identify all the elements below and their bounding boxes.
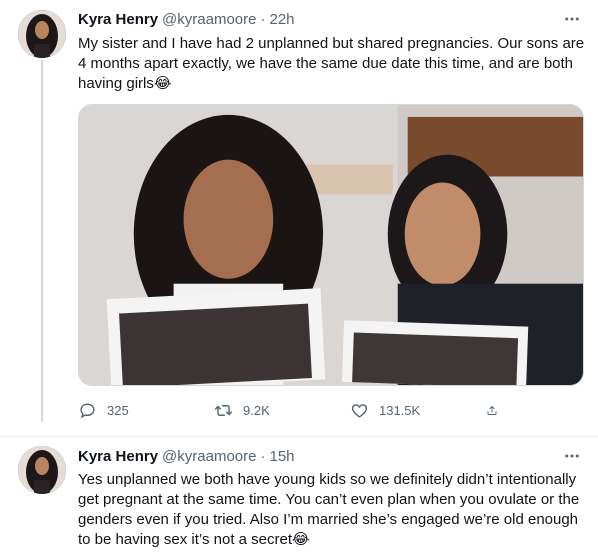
thread-connector-line (41, 60, 43, 422)
author-handle[interactable]: @kyraamoore (162, 448, 256, 465)
retweet-button[interactable]: 9.2K (214, 401, 314, 420)
avatar[interactable] (18, 10, 66, 58)
author-name[interactable]: Kyra Henry (78, 11, 158, 28)
avatar[interactable] (18, 446, 66, 494)
retweet-count: 9.2K (243, 402, 270, 418)
heart-icon (351, 403, 368, 418)
tweet-header: Kyra Henry @kyraamoore · 15h (78, 446, 295, 466)
share-button[interactable] (486, 401, 508, 420)
tweet-timestamp[interactable]: 22h (269, 11, 294, 28)
more-options-button[interactable] (562, 9, 582, 29)
like-button[interactable]: 131.5K (350, 401, 450, 420)
more-horizontal-icon (565, 454, 579, 458)
tweet-text: My sister and I have had 2 unplanned but… (78, 35, 585, 92)
author-handle[interactable]: @kyraamoore (162, 11, 256, 28)
separator-dot: · (260, 10, 266, 28)
author-name[interactable]: Kyra Henry (78, 448, 158, 465)
reply-icon (80, 402, 95, 418)
tweet[interactable]: Kyra Henry @kyraamoore · 15h Yes unplann… (0, 437, 598, 557)
tweet-photo[interactable] (78, 104, 584, 386)
tweet-header: Kyra Henry @kyraamoore · 22h (78, 9, 295, 29)
separator-dot: · (260, 447, 266, 465)
tweet-actions: 325 9.2K 131.5K (78, 398, 508, 422)
reply-button[interactable]: 325 (78, 401, 178, 420)
reply-count: 325 (107, 402, 129, 418)
tweet[interactable]: Kyra Henry @kyraamoore · 22h My sister a… (0, 0, 598, 437)
more-options-button[interactable] (562, 446, 582, 466)
like-count: 131.5K (379, 402, 421, 418)
more-horizontal-icon (565, 17, 579, 21)
retweet-icon (214, 404, 233, 416)
tweet-timestamp[interactable]: 15h (269, 448, 294, 465)
share-icon (487, 405, 497, 415)
tweet-text: Yes unplanned we both have young kids so… (78, 471, 580, 548)
